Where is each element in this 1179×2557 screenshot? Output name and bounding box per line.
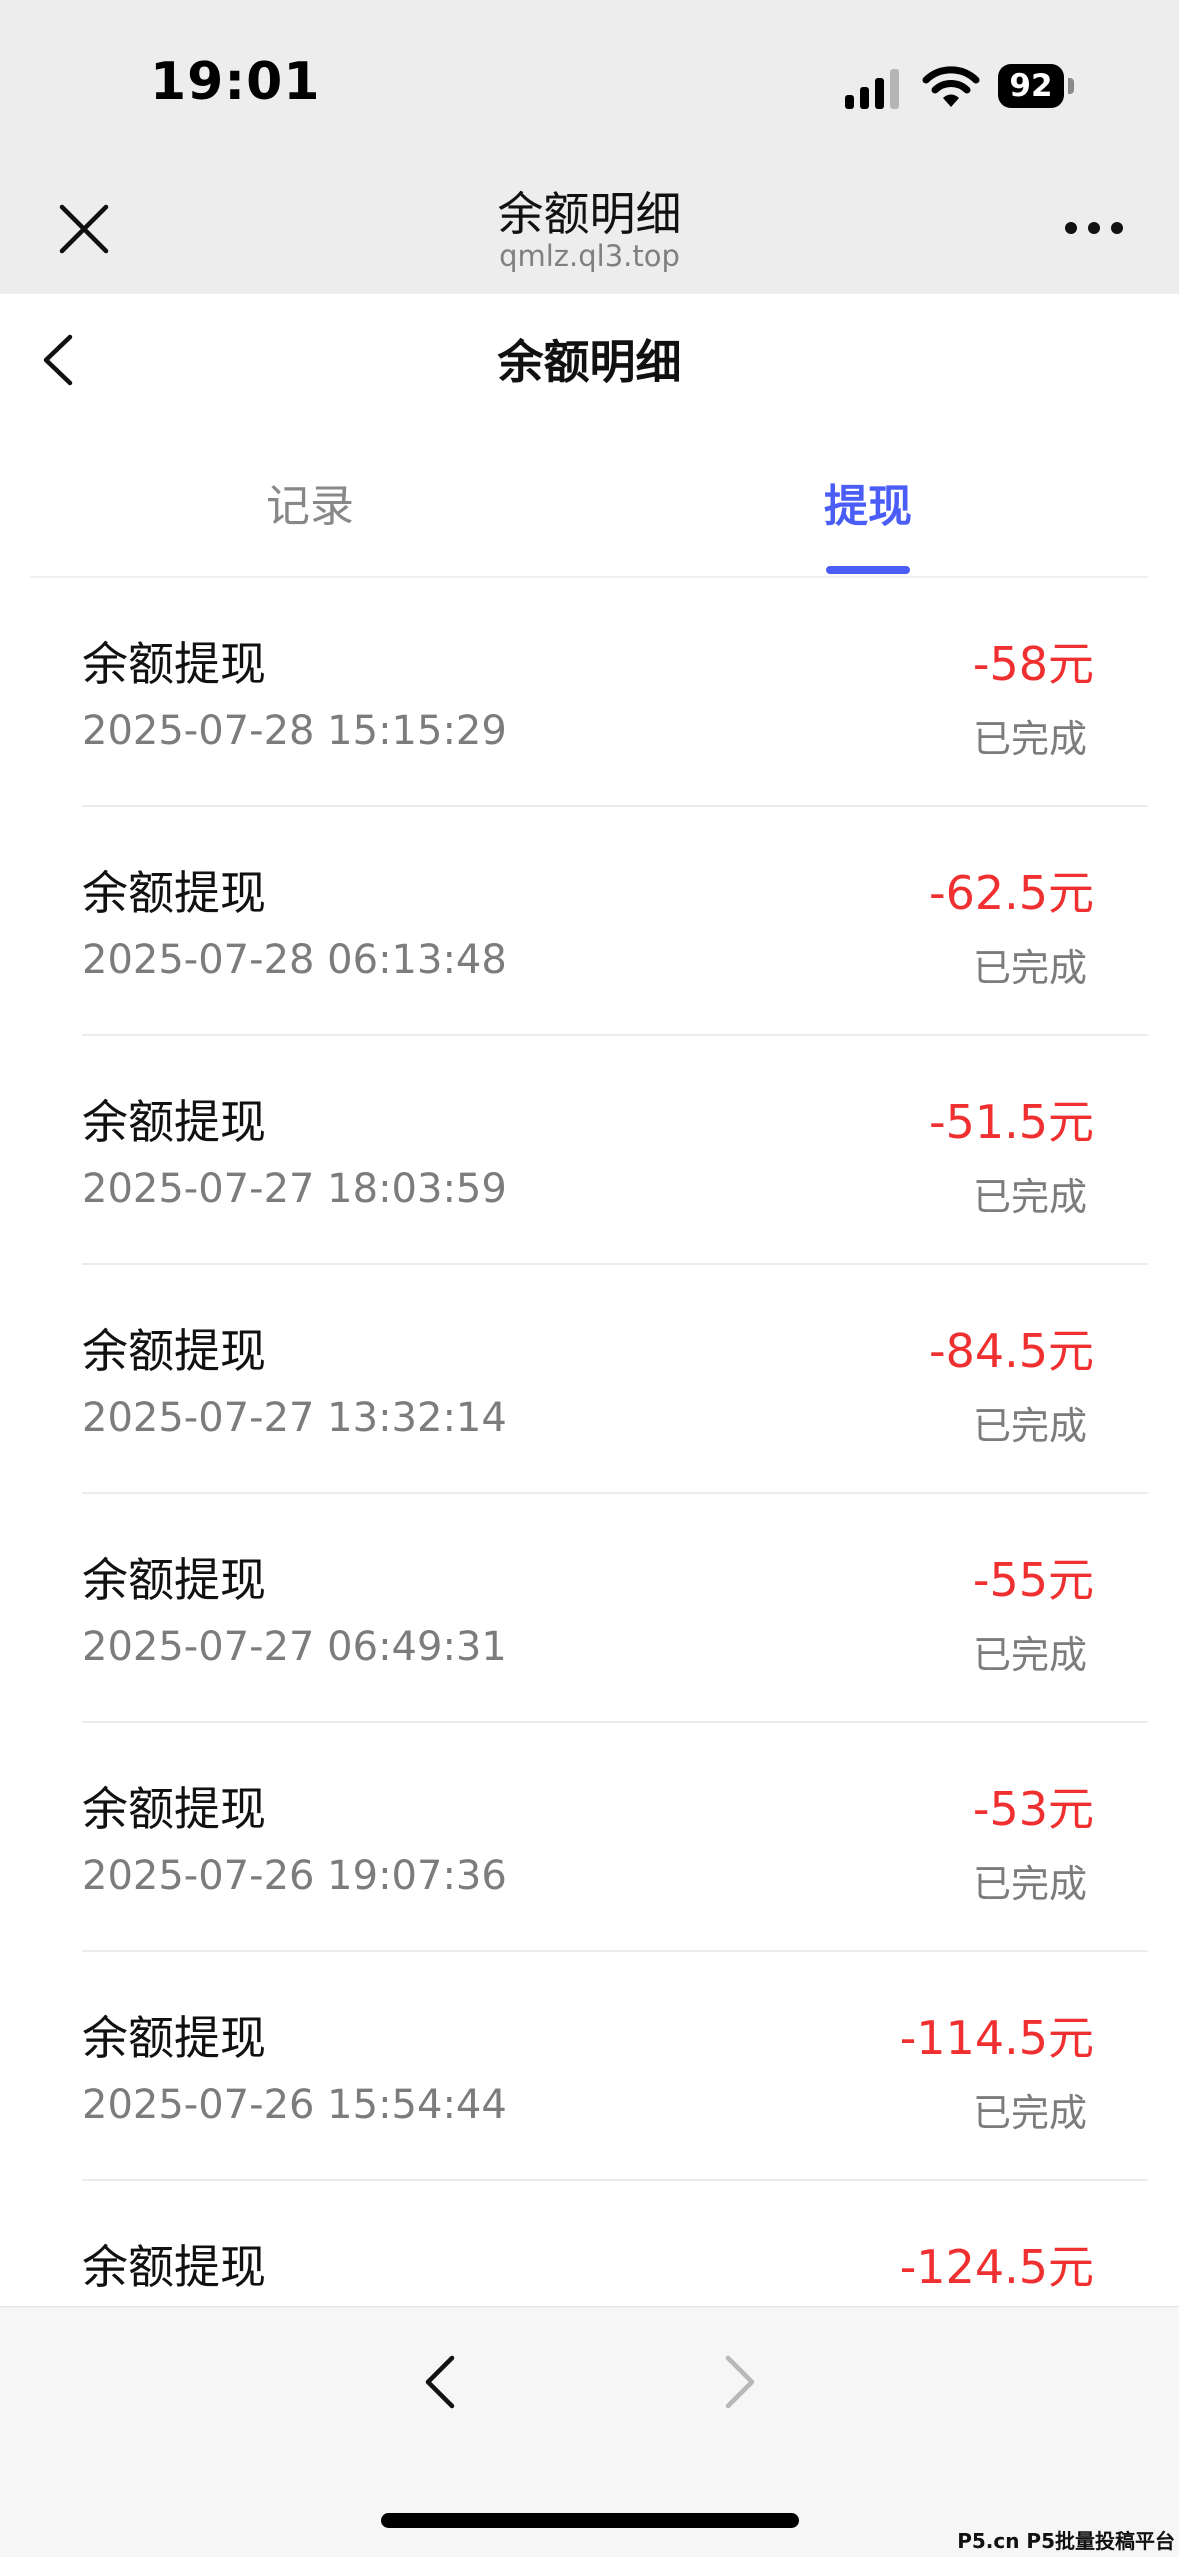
item-amount: -58元 (972, 637, 1094, 691)
browser-back-icon[interactable] (418, 2352, 462, 2412)
item-amount: -114.5元 (899, 2011, 1094, 2065)
list-item[interactable]: 余额提现 2025-07-27 18:03:59 -51.5元 已完成 (0, 1036, 1179, 1265)
status-time: 19:01 (150, 52, 321, 112)
watermark: P5.cn P5批量投稿平台 (957, 2529, 1175, 2553)
item-amount: -55元 (972, 1553, 1094, 1607)
webview-url: qmlz.ql3.top (499, 239, 680, 273)
battery-tip (1068, 78, 1074, 94)
item-datetime: 2025-07-27 06:49:31 (82, 1624, 507, 1670)
item-status: 已完成 (972, 1633, 1087, 1677)
transaction-list: 余额提现 2025-07-28 15:15:29 -58元 已完成 余额提现 2… (0, 578, 1179, 2410)
item-amount: -53元 (972, 1782, 1094, 1836)
item-title: 余额提现 (82, 2240, 266, 2294)
item-status: 已完成 (972, 1404, 1087, 1448)
active-tab-indicator (826, 566, 910, 574)
item-amount: -124.5元 (899, 2240, 1094, 2294)
item-amount: -62.5元 (928, 866, 1094, 920)
page-title: 余额明细 (497, 335, 682, 389)
more-icon[interactable] (1064, 221, 1124, 235)
list-item[interactable]: 余额提现 2025-07-28 15:15:29 -58元 已完成 (0, 578, 1179, 807)
item-status: 已完成 (972, 1862, 1087, 1906)
item-title: 余额提现 (82, 637, 266, 691)
item-title: 余额提现 (82, 1553, 266, 1607)
list-item[interactable]: 余额提现 2025-07-27 06:49:31 -55元 已完成 (0, 1494, 1179, 1723)
item-status: 已完成 (972, 717, 1087, 761)
item-datetime: 2025-07-28 15:15:29 (82, 708, 507, 754)
item-datetime: 2025-07-26 15:54:44 (82, 2082, 507, 2128)
tab-withdraw[interactable]: 提现 (668, 470, 1068, 534)
browser-forward-icon[interactable] (718, 2352, 762, 2412)
tab-records[interactable]: 记录 (110, 470, 510, 534)
item-title: 余额提现 (82, 1324, 266, 1378)
item-status: 已完成 (972, 2091, 1087, 2135)
item-status: 已完成 (972, 1175, 1087, 1219)
item-status: 已完成 (972, 946, 1087, 990)
signal-icon (845, 69, 899, 109)
battery-level: 92 (998, 64, 1064, 108)
item-title: 余额提现 (82, 1782, 266, 1836)
item-datetime: 2025-07-28 06:13:48 (82, 937, 507, 983)
item-amount: -84.5元 (928, 1324, 1094, 1378)
list-item[interactable]: 余额提现 2025-07-28 06:13:48 -62.5元 已完成 (0, 807, 1179, 1036)
item-datetime: 2025-07-26 19:07:36 (82, 1853, 507, 1899)
list-item[interactable]: 余额提现 2025-07-26 15:54:44 -114.5元 已完成 (0, 1952, 1179, 2181)
item-datetime: 2025-07-27 13:32:14 (82, 1395, 507, 1441)
list-item[interactable]: 余额提现 2025-07-27 13:32:14 -84.5元 已完成 (0, 1265, 1179, 1494)
wifi-icon (922, 66, 980, 107)
battery-icon: 92 (998, 64, 1074, 108)
item-title: 余额提现 (82, 1095, 266, 1149)
home-indicator[interactable] (381, 2513, 799, 2528)
item-title: 余额提现 (82, 2011, 266, 2065)
webview-title: 余额明细 (497, 187, 682, 241)
list-item[interactable]: 余额提现 2025-07-26 19:07:36 -53元 已完成 (0, 1723, 1179, 1952)
item-datetime: 2025-07-27 18:03:59 (82, 1166, 507, 1212)
item-amount: -51.5元 (928, 1095, 1094, 1149)
item-title: 余额提现 (82, 866, 266, 920)
